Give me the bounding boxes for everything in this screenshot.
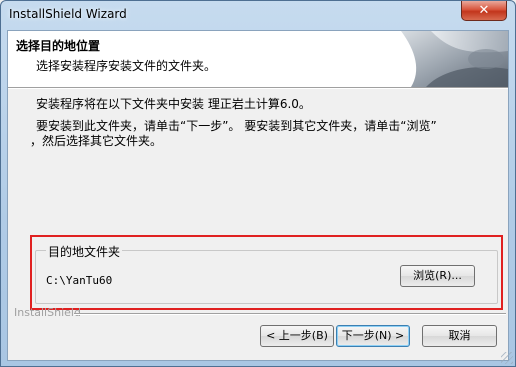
resize-grip[interactable] <box>501 352 513 364</box>
back-button[interactable]: < 上一步(B) <box>260 325 334 347</box>
highlight-box <box>30 235 503 310</box>
close-button[interactable]: ✕ <box>461 1 507 21</box>
installshield-brand-label: InstallShield <box>14 306 81 319</box>
installer-window: InstallShield Wizard ✕ 选择目的地位置 选择安装程序安装文… <box>0 0 516 367</box>
cancel-button[interactable]: 取消 <box>422 325 497 347</box>
install-location-text: 安装程序将在以下文件夹中安装 理正岩土计算6.0。 <box>36 97 311 111</box>
footer-separator <box>74 313 506 315</box>
page-title: 选择目的地位置 <box>16 39 101 53</box>
instruction-text-line2: ，然后选择其它文件夹。 <box>30 134 163 148</box>
title-bar[interactable]: InstallShield Wizard ✕ <box>1 1 515 31</box>
page-subtitle: 选择安装程序安装文件的文件夹。 <box>36 59 217 73</box>
window-title: InstallShield Wizard <box>9 7 127 21</box>
wizard-client-area: 选择目的地位置 选择安装程序安装文件的文件夹。 安装程序将在以下文件夹中安装 理… <box>7 30 509 361</box>
installshield-graphic-icon <box>401 31 508 87</box>
close-icon: ✕ <box>478 3 490 18</box>
header-separator <box>8 87 508 89</box>
next-button[interactable]: 下一步(N) > <box>336 325 410 347</box>
wizard-header: 选择目的地位置 选择安装程序安装文件的文件夹。 <box>8 31 508 87</box>
